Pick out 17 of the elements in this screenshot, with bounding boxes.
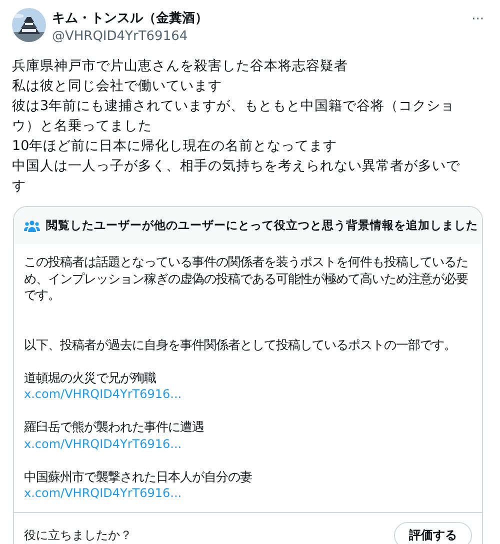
post-text: 中国人は一人っ子が多く、相手の気持ちを考えられない異常者が多いです xyxy=(12,157,461,196)
author-name[interactable]: キム・トンスル（金糞酒） xyxy=(52,10,466,28)
note-text: この投稿者は話題となっている事件の関係者を装うポストを何件も投稿しているため、インプレッション稼ぎの虚偽の投稿である可能性が極めて高いため注意が必要です。 xyxy=(24,254,469,304)
author-handle[interactable]: @VHRQID4YrT69164 xyxy=(52,28,466,46)
post-text: 兵庫県神戸市で片山恵さんを殺害した谷本将志容疑者 xyxy=(12,57,349,76)
note-text: 羅臼岳で熊が襲われた事件に遭遇 xyxy=(24,419,204,436)
note-text: 以下、投稿者が過去に自身を事件関係者として投稿しているポストの一部です。 xyxy=(24,336,457,353)
note-text: 中国蘇州市で襲撃された日本人が自分の妻 xyxy=(24,468,252,485)
more-button[interactable]: ··· xyxy=(472,12,484,27)
users-icon xyxy=(24,220,40,232)
rate-button[interactable]: 評価する xyxy=(394,522,472,544)
post-text: 10年ほど前に日本に帰化し現在の名前となってます xyxy=(12,137,338,156)
note-title: 閲覧したユーザーが他のユーザーにとって役立つと思う背景情報を追加しました xyxy=(46,218,478,233)
post-text: 私は彼と同じ会社で働いています xyxy=(12,77,223,96)
helpful-question: 役に立ちましたか？ xyxy=(24,526,132,544)
post-text: 彼は3年前にも逮捕されていますが、もともと中国籍で谷将（コクショウ）と名乗ってました xyxy=(12,97,456,136)
note-text: 道頓堀の火災で兄が殉職 xyxy=(24,370,156,386)
